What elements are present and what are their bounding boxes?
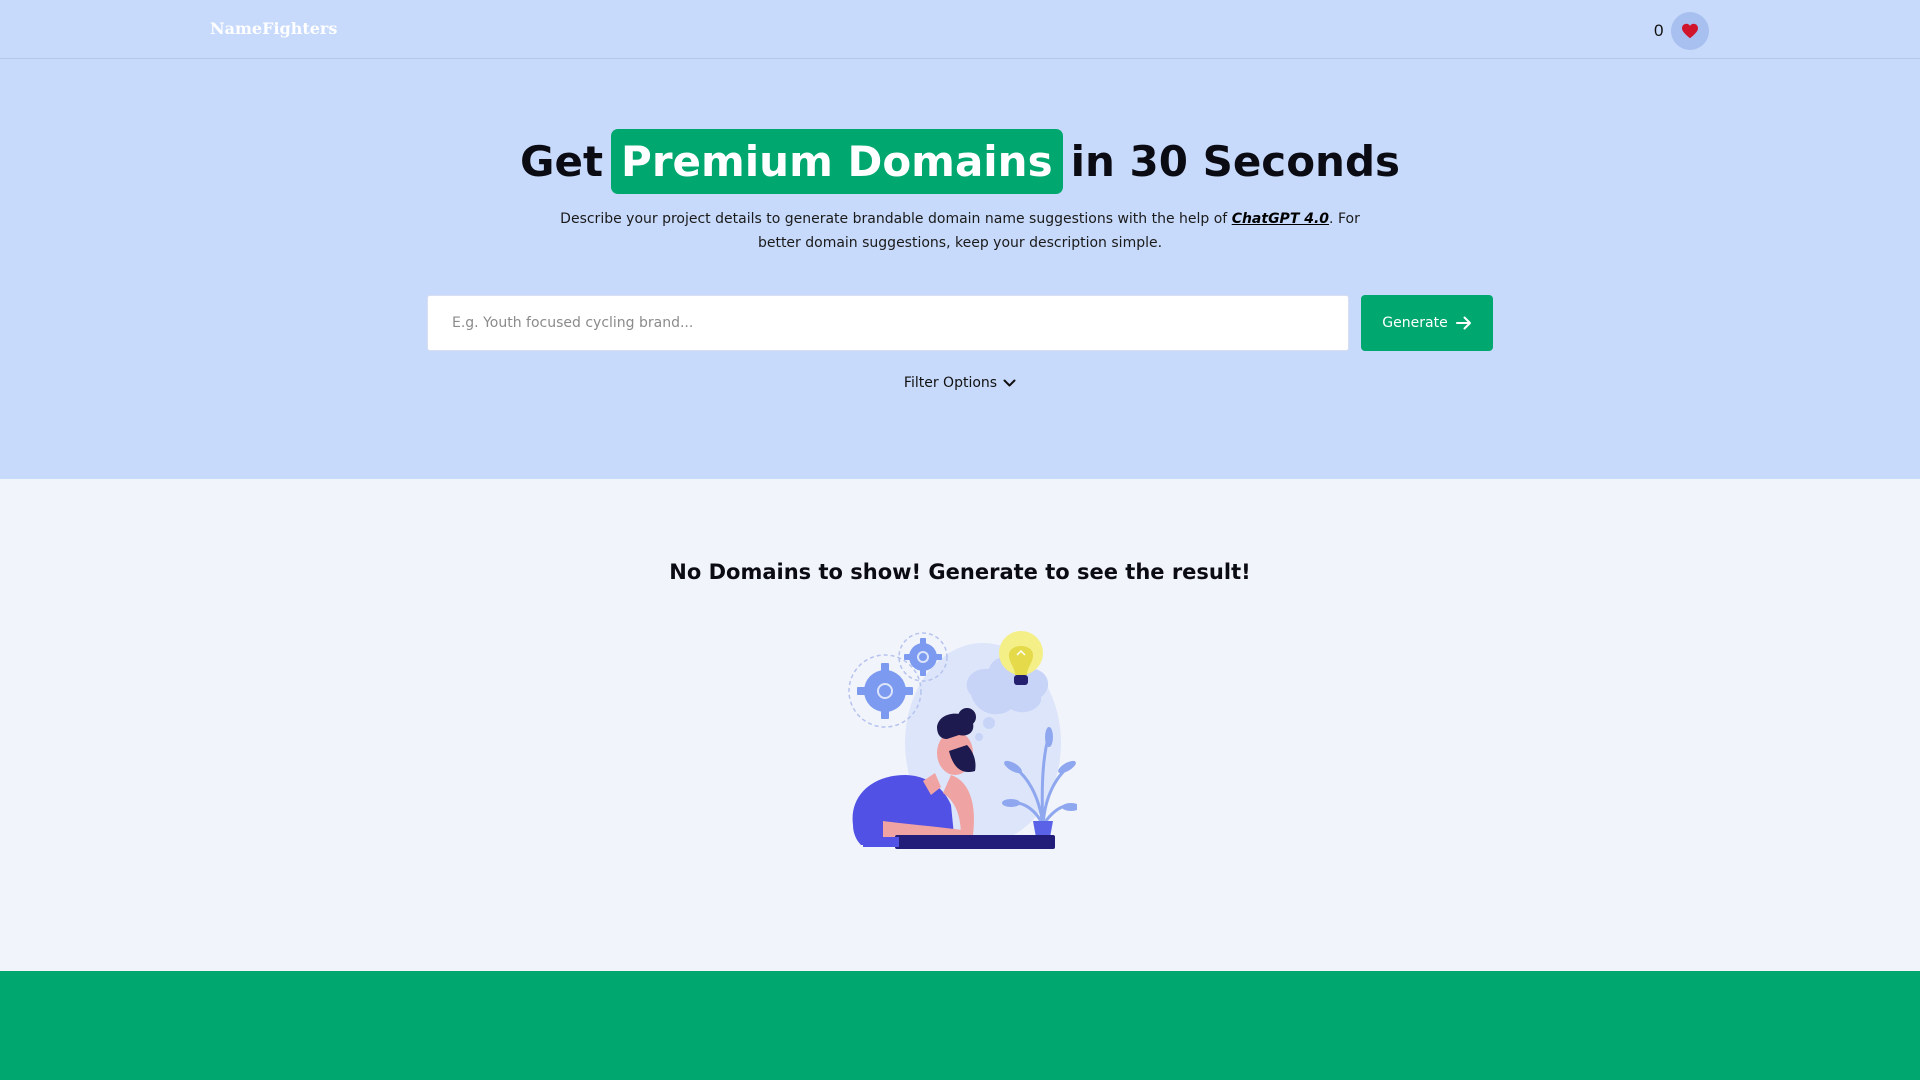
page-title: Get Premium Domains in 30 Seconds bbox=[0, 129, 1920, 194]
arrow-right-icon bbox=[1455, 316, 1471, 330]
empty-results-message: No Domains to show! Generate to see the … bbox=[669, 560, 1251, 584]
chevron-down-icon bbox=[1003, 379, 1016, 386]
filter-options-toggle[interactable]: Filter Options bbox=[904, 375, 1016, 391]
footer-band bbox=[0, 971, 1920, 1080]
heart-icon bbox=[1682, 23, 1699, 39]
site-logo[interactable]: NameFighters bbox=[210, 19, 337, 38]
filter-options: Filter Options bbox=[0, 375, 1920, 391]
generate-button[interactable]: Generate bbox=[1361, 295, 1493, 351]
hero-section: Get Premium Domains in 30 Seconds Describe… bbox=[0, 59, 1920, 479]
headline-before: Get bbox=[519, 137, 604, 186]
project-description-input[interactable] bbox=[427, 295, 1349, 351]
generate-button-label: Generate bbox=[1382, 315, 1448, 331]
headline-highlight: Premium Domains bbox=[611, 129, 1063, 194]
top-nav: NameFighters 0 bbox=[0, 0, 1920, 59]
person-thinking-illustration bbox=[848, 631, 1077, 849]
description-text-before: Describe your project details to generat… bbox=[560, 211, 1228, 227]
favorites-count: 0 bbox=[1654, 21, 1664, 40]
hero-description: Describe your project details to generat… bbox=[560, 207, 1360, 255]
favorites[interactable]: 0 bbox=[1654, 12, 1710, 50]
filter-options-label: Filter Options bbox=[903, 375, 998, 391]
favorites-button[interactable] bbox=[1671, 12, 1710, 50]
headline-after: in 30 Seconds bbox=[1070, 137, 1401, 186]
chatgpt-link[interactable]: ChatGPT 4.0 bbox=[1232, 211, 1329, 227]
